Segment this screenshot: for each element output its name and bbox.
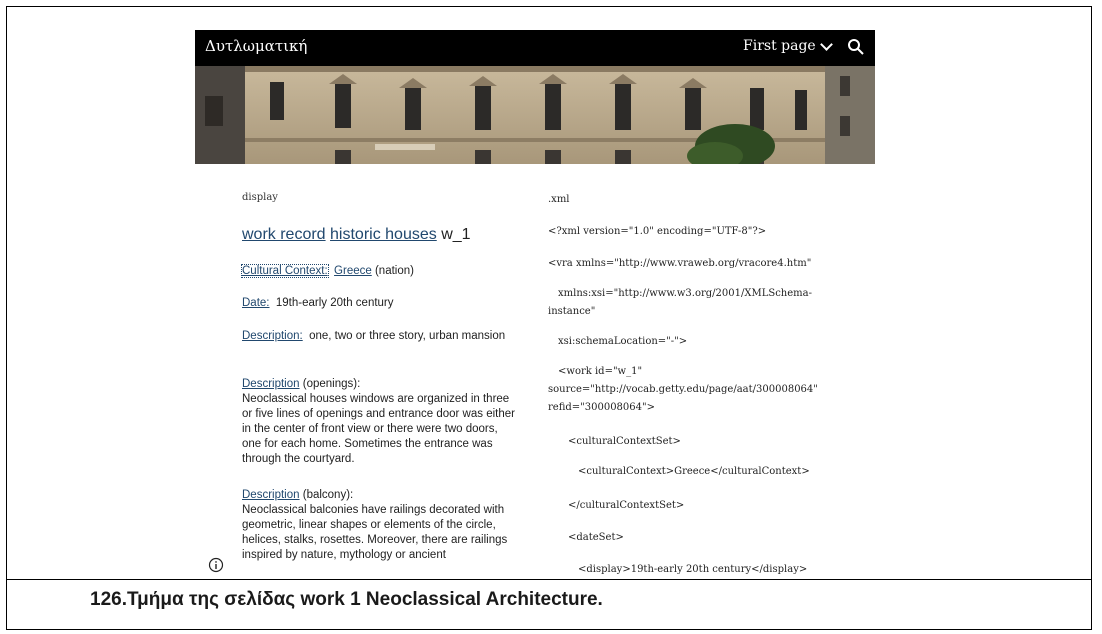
date-label-link[interactable]: Date: bbox=[242, 297, 270, 309]
description-openings: Description (openings): Neoclassical hou… bbox=[242, 377, 517, 467]
info-icon[interactable] bbox=[208, 557, 224, 573]
search-icon[interactable] bbox=[847, 38, 865, 56]
cultural-context-suffix: (nation) bbox=[374, 265, 414, 277]
xml-line: source="http://vocab.getty.edu/page/aat/… bbox=[548, 384, 818, 395]
description-type-row: Description: one, two or three story, ur… bbox=[242, 329, 517, 344]
header-banner-image bbox=[195, 66, 875, 164]
date-row: Date: 19th-early 20th century bbox=[242, 296, 394, 310]
chevron-down-icon bbox=[819, 37, 833, 51]
first-page-label: First page bbox=[743, 38, 816, 54]
xml-line: <work id="w_1" bbox=[558, 366, 643, 377]
historic-houses-link[interactable]: historic houses bbox=[330, 226, 437, 243]
work-record-link[interactable]: work record bbox=[242, 226, 326, 243]
xml-line: refid="300008064"> bbox=[548, 402, 655, 413]
display-heading: display bbox=[242, 192, 278, 203]
xml-line: <culturalContext>Greece</culturalContext… bbox=[578, 466, 810, 477]
description-balcony: Description (balcony): Neoclassical balc… bbox=[242, 488, 517, 563]
xml-line: instance" bbox=[548, 306, 596, 317]
xml-line: <vra xmlns="http://www.vraweb.org/vracor… bbox=[548, 258, 812, 269]
description-balcony-qualifier: (balcony): bbox=[302, 489, 354, 501]
figure-caption: 126.Τμήμα της σελίδας work 1 Neoclassica… bbox=[90, 589, 603, 610]
caption-divider bbox=[6, 579, 1092, 580]
description-openings-qualifier: (openings): bbox=[302, 378, 361, 390]
xml-line: <culturalContextSet> bbox=[568, 436, 681, 447]
xml-line: <?xml version="1.0" encoding="UTF-8"?> bbox=[548, 226, 767, 237]
xml-line: <dateSet> bbox=[568, 532, 624, 543]
xml-line: </culturalContextSet> bbox=[568, 500, 685, 511]
description-openings-link[interactable]: Description bbox=[242, 378, 300, 390]
date-value: 19th-early 20th century bbox=[275, 297, 394, 309]
cultural-context-label-link[interactable]: Cultural Context: bbox=[241, 264, 329, 278]
xml-line: <display>19th-early 20th century</displa… bbox=[578, 564, 808, 575]
xml-heading: .xml bbox=[548, 194, 570, 205]
work-id: w_1 bbox=[441, 226, 471, 243]
work-title: work record historic houses w_1 bbox=[242, 226, 471, 244]
description-label-link[interactable]: Description: bbox=[242, 330, 303, 342]
site-title[interactable]: Δυτλωματική bbox=[205, 37, 307, 55]
greece-link[interactable]: Greece bbox=[334, 265, 372, 277]
xml-line: xsi:schemaLocation="-"> bbox=[558, 336, 688, 347]
cultural-context-row: Cultural Context: Greece (nation) bbox=[241, 264, 414, 278]
description-balcony-text: Neoclassical balconies have railings dec… bbox=[242, 504, 508, 561]
xml-line: xmlns:xsi="http://www.w3.org/2001/XMLSch… bbox=[558, 288, 812, 299]
description-type-value: one, two or three story, urban mansion bbox=[309, 330, 506, 342]
site-header: Δυτλωματική First page bbox=[195, 30, 875, 66]
first-page-menu[interactable]: First page bbox=[743, 37, 833, 54]
description-balcony-link[interactable]: Description bbox=[242, 489, 300, 501]
description-openings-text: Neoclassical houses windows are organize… bbox=[242, 393, 515, 465]
